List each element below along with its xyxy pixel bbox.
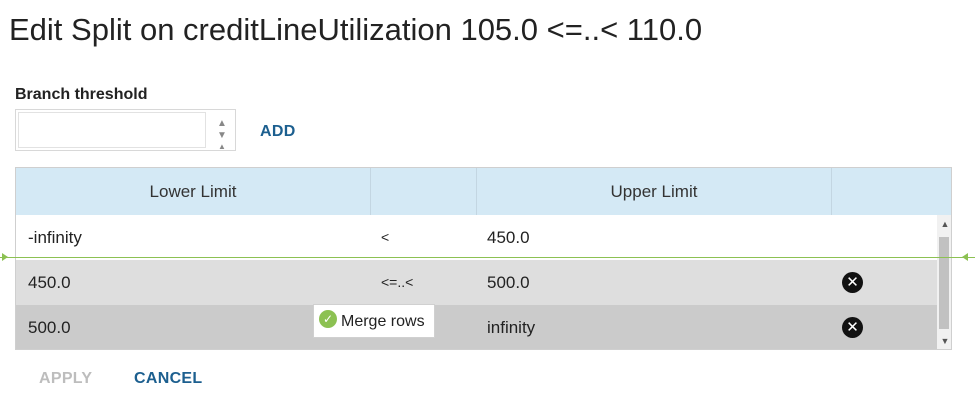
apply-button[interactable]: APPLY — [39, 370, 92, 388]
header-operator — [371, 168, 477, 215]
merge-rows-label: Merge rows — [341, 313, 425, 330]
operator-cell: <=..< — [381, 274, 414, 290]
lower-limit-cell: 500.0 — [28, 318, 71, 337]
upper-limit-cell: 450.0 — [487, 228, 530, 247]
branch-threshold-input[interactable] — [18, 112, 206, 148]
edit-split-dialog: Edit Split on creditLineUtilization 105.… — [0, 0, 975, 397]
check-circle-icon: ✓ — [319, 310, 337, 328]
operator-cell: < — [381, 229, 390, 245]
close-circle-icon[interactable]: ✕ — [842, 272, 863, 293]
scroll-up-icon[interactable]: ▲ — [937, 217, 951, 231]
branch-threshold-stepper: ▲ ▼ ▲ — [15, 109, 236, 151]
caret-up-small-icon[interactable]: ▲ — [215, 141, 229, 153]
table-scrollbar[interactable]: ▲ ▼ — [937, 215, 951, 349]
lower-limit-cell: -infinity — [28, 228, 82, 247]
merge-rows-button[interactable]: ✓ Merge rows — [313, 304, 435, 338]
header-lower-limit[interactable]: Lower Limit — [16, 168, 371, 215]
branch-threshold-label: Branch threshold — [15, 86, 148, 103]
header-actions — [832, 168, 951, 215]
split-handle-right-icon[interactable] — [962, 253, 968, 261]
table-row[interactable]: 450.0 <=..< 500.0 ✕ — [16, 260, 937, 305]
upper-limit-cell: 500.0 — [487, 273, 530, 292]
close-circle-icon[interactable]: ✕ — [842, 317, 863, 338]
scroll-thumb[interactable] — [939, 237, 949, 329]
split-divider-line[interactable] — [0, 257, 975, 258]
dialog-title: Edit Split on creditLineUtilization 105.… — [9, 12, 703, 47]
upper-limit-cell: infinity — [487, 318, 536, 337]
split-table: Lower Limit Upper Limit -infinity < 450.… — [15, 167, 952, 350]
caret-up-icon[interactable]: ▲ — [215, 118, 229, 130]
header-upper-limit[interactable]: Upper Limit — [477, 168, 832, 215]
lower-limit-cell: 450.0 — [28, 273, 71, 292]
split-handle-left-icon[interactable] — [2, 253, 8, 261]
table-row[interactable]: 500.0 infinity ✕ — [16, 305, 937, 349]
cancel-button[interactable]: CANCEL — [134, 370, 202, 388]
table-row[interactable]: -infinity < 450.0 — [16, 215, 937, 260]
add-button[interactable]: ADD — [260, 123, 296, 141]
scroll-down-icon[interactable]: ▼ — [937, 334, 951, 348]
table-header: Lower Limit Upper Limit — [16, 168, 951, 216]
